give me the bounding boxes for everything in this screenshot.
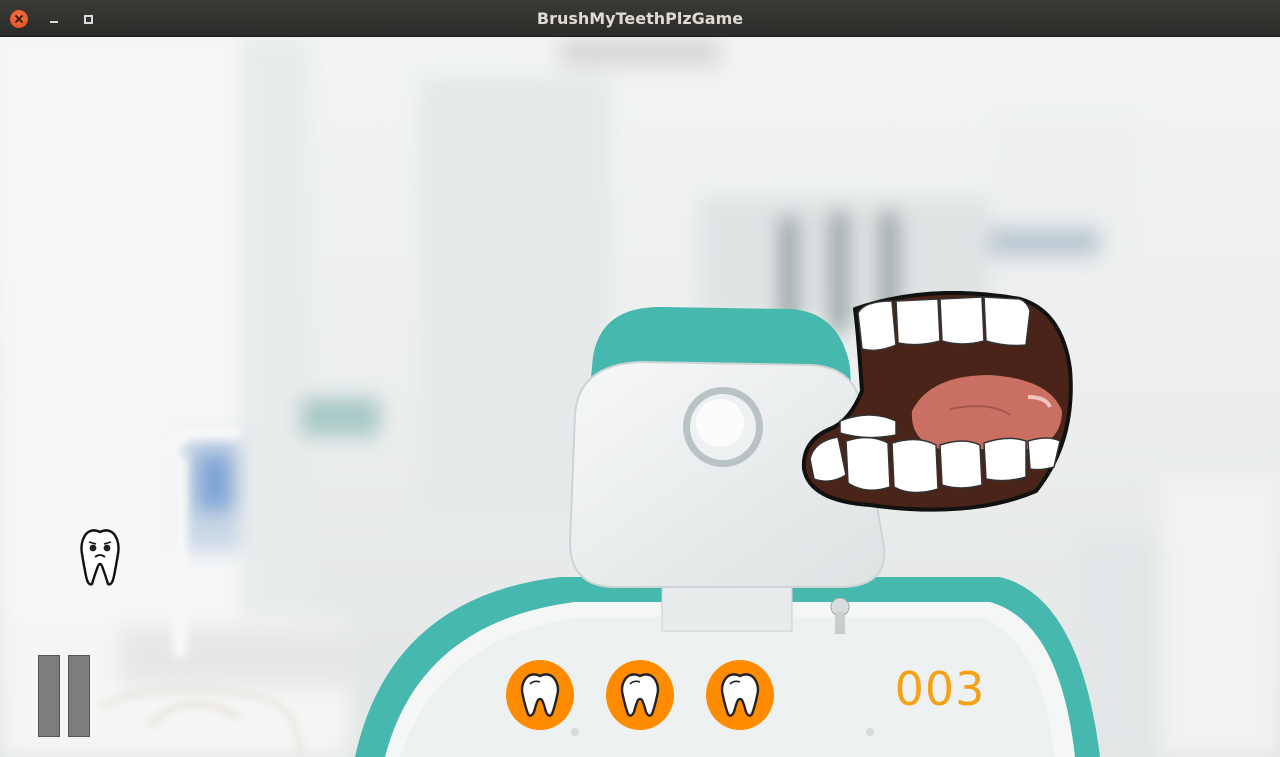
life-tooth-icon: [606, 660, 674, 730]
dentist-office-background: [0, 37, 1280, 757]
pause-icon: [38, 655, 60, 737]
tooth-icon: [520, 673, 560, 717]
tooth-icon: [720, 673, 760, 717]
game-canvas[interactable]: 003: [0, 37, 1280, 757]
life-tooth-icon: [506, 660, 574, 730]
life-tooth-icon: [706, 660, 774, 730]
tooth-character-icon[interactable]: [78, 526, 122, 588]
score-counter: 003: [894, 662, 986, 716]
window-title: BrushMyTeethPlzGame: [536, 9, 744, 28]
open-mouth-icon: [801, 291, 1073, 512]
pause-button[interactable]: [37, 655, 91, 737]
pause-icon: [68, 655, 90, 737]
tooth-icon: [620, 673, 660, 717]
window-titlebar: BrushMyTeethPlzGame: [0, 0, 1280, 37]
